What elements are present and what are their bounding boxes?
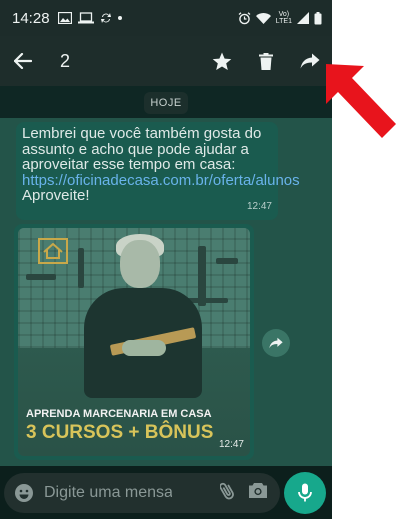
status-bar: 14:28 Vo) LTE1 (0, 0, 332, 36)
composer-bar (0, 466, 332, 519)
date-chip: HOJE (144, 92, 188, 114)
image-caption-big: 3 CURSOS + BÔNUS (26, 422, 214, 443)
image-caption-small: APRENDA MARCENARIA EM CASA (26, 408, 212, 420)
message-bubble-image[interactable]: APRENDA MARCENARIA EM CASA 3 CURSOS + BÔ… (14, 224, 254, 460)
carrier-badge-line2: LTE1 (275, 18, 292, 25)
message-text: Lembrei que você também gosta do assunto… (22, 125, 262, 173)
tool-shape (216, 258, 238, 264)
emoji-button[interactable] (12, 481, 36, 505)
camera-button[interactable] (248, 482, 268, 504)
image-message-time: 12:47 (218, 439, 244, 450)
attach-button[interactable] (219, 481, 234, 506)
emoji-icon (15, 484, 33, 502)
tool-shape (26, 274, 56, 280)
back-button[interactable] (0, 36, 46, 86)
composer-pill (4, 473, 280, 513)
star-icon (212, 52, 232, 70)
wifi-icon (255, 12, 271, 24)
battery-icon (314, 11, 322, 25)
selected-count: 2 (60, 50, 71, 71)
sync-icon (100, 12, 112, 24)
paperclip-icon (219, 482, 234, 499)
voice-record-button[interactable] (284, 472, 326, 514)
laptop-icon (77, 12, 94, 24)
person-hands (122, 340, 166, 356)
selection-action-bar: 2 (0, 36, 332, 86)
message-bubble-text[interactable]: Lembrei que você também gosta do assunto… (16, 122, 300, 220)
message-link[interactable]: https://oficinadecasa.com.br/oferta/alun… (22, 172, 300, 189)
phone-screen: 14:28 Vo) LTE1 2 HOJE Lembrei que você t… (0, 0, 332, 519)
gallery-icon (57, 12, 72, 24)
carrier-badge-line1: Vo) (278, 11, 290, 18)
message-time: 12:47 (246, 200, 272, 212)
microphone-icon (298, 483, 312, 502)
chat-area[interactable]: HOJE Lembrei que você também gosta do as… (0, 86, 332, 466)
message-text-after-link: Aproveite! (22, 187, 90, 204)
tool-shape (198, 246, 206, 306)
forward-icon (269, 337, 283, 349)
message-input[interactable] (44, 484, 172, 502)
carrier-badge: Vo) LTE1 (276, 11, 292, 25)
notification-dot-icon (117, 16, 122, 20)
star-button[interactable] (200, 36, 244, 86)
signal-icon (297, 12, 309, 24)
shared-image[interactable]: APRENDA MARCENARIA EM CASA 3 CURSOS + BÔ… (18, 228, 250, 456)
trash-icon (259, 52, 273, 70)
annotation-arrow-icon (326, 64, 396, 138)
camera-icon (249, 483, 267, 498)
back-arrow-icon (14, 53, 32, 69)
person-head (120, 240, 160, 288)
brand-logo-icon (38, 238, 68, 264)
quick-forward-button[interactable] (262, 329, 290, 357)
delete-button[interactable] (244, 36, 288, 86)
status-time: 14:28 (12, 9, 50, 27)
tool-shape (78, 248, 84, 288)
alarm-icon (238, 11, 251, 25)
